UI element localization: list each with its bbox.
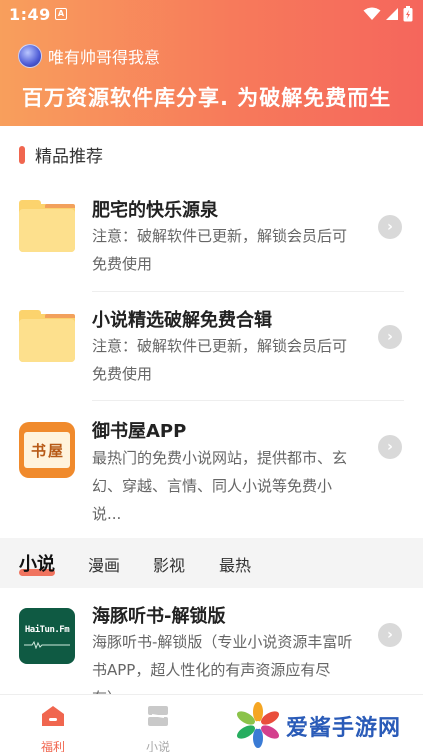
item-title: 御书屋APP xyxy=(92,421,187,442)
chevron-right-icon[interactable]: › xyxy=(378,325,402,349)
nav-label: 小说 xyxy=(145,740,170,752)
book-house-icon: 书 屋 xyxy=(19,422,75,478)
folder-icon xyxy=(19,200,75,256)
list-item[interactable]: 肥宅的快乐源泉 注意：破解软件已更新，解锁会员后可免费使用 › xyxy=(0,182,423,292)
section-accent-bar xyxy=(19,145,25,164)
notification-icon: A xyxy=(55,8,67,20)
tab-novel[interactable]: 小说 xyxy=(19,550,55,576)
battery-icon xyxy=(403,6,413,22)
item-description: 最热门的免费小说网站，提供都市、玄幻、穿越、言情、同人小说等免费小说... xyxy=(92,449,348,523)
tab-comic[interactable]: 漫画 xyxy=(88,552,120,576)
home-icon xyxy=(42,706,64,726)
layers-icon xyxy=(148,706,168,726)
item-description: 注意：破解软件已更新，解锁会员后可免费使用 xyxy=(92,227,348,273)
status-bar: 1:49 A xyxy=(0,0,423,30)
item-title: 海豚听书-解锁版 xyxy=(92,606,226,627)
signal-icon xyxy=(386,8,398,20)
status-icons xyxy=(363,6,413,22)
header-banner: 1:49 A 唯有帅哥得我意 百万资源软件库分享. 为破解免费而生 xyxy=(0,0,423,126)
watermark: 爱酱手游网 xyxy=(236,700,416,750)
chevron-right-icon[interactable]: › xyxy=(378,215,402,239)
user-profile[interactable]: 唯有帅哥得我意 xyxy=(18,44,160,68)
section-header: 精品推荐 xyxy=(19,142,103,167)
divider xyxy=(92,400,404,401)
list-item[interactable]: HaiTun.Fm 海豚听书-解锁版 海豚听书-解锁版（专业小说资源丰富听书AP… xyxy=(0,588,423,694)
chevron-right-icon[interactable]: › xyxy=(378,435,402,459)
item-title: 肥宅的快乐源泉 xyxy=(92,200,218,221)
wifi-icon xyxy=(363,7,381,20)
item-title: 小说精选破解免费合辑 xyxy=(92,310,272,331)
waveform-icon xyxy=(24,641,70,649)
tab-hottest[interactable]: 最热 xyxy=(219,552,251,576)
nav-welfare[interactable]: 福利 xyxy=(28,703,78,752)
username: 唯有帅哥得我意 xyxy=(48,48,161,67)
chevron-right-icon[interactable]: › xyxy=(378,623,402,647)
item-description: 注意：破解软件已更新，解锁会员后可免费使用 xyxy=(92,337,348,383)
haitun-app-icon: HaiTun.Fm xyxy=(19,608,75,664)
avatar[interactable] xyxy=(18,44,42,68)
nav-label: 福利 xyxy=(40,740,65,752)
category-tabs: 小说 漫画 影视 最热 xyxy=(0,538,423,588)
slogan: 百万资源软件库分享. 为破解免费而生 xyxy=(22,86,392,110)
status-time: 1:49 xyxy=(9,5,51,24)
list-item[interactable]: 小说精选破解免费合辑 注意：破解软件已更新，解锁会员后可免费使用 › xyxy=(0,292,423,402)
nav-novel[interactable]: 小说 xyxy=(133,703,183,752)
section-title: 精品推荐 xyxy=(35,147,103,167)
tab-video[interactable]: 影视 xyxy=(153,552,185,576)
pinwheel-logo-icon xyxy=(236,702,280,748)
list-item[interactable]: 书 屋 御书屋APP 最热门的免费小说网站，提供都市、玄幻、穿越、言情、同人小说… xyxy=(0,402,423,538)
folder-icon xyxy=(19,310,75,366)
item-description: 海豚听书-解锁版（专业小说资源丰富听书APP，超人性化的有声资源应有尽有）... xyxy=(92,633,353,694)
watermark-text: 爱酱手游网 xyxy=(286,716,402,741)
featured-section: 精品推荐 肥宅的快乐源泉 注意：破解软件已更新，解锁会员后可免费使用 › 小说精… xyxy=(0,126,423,538)
